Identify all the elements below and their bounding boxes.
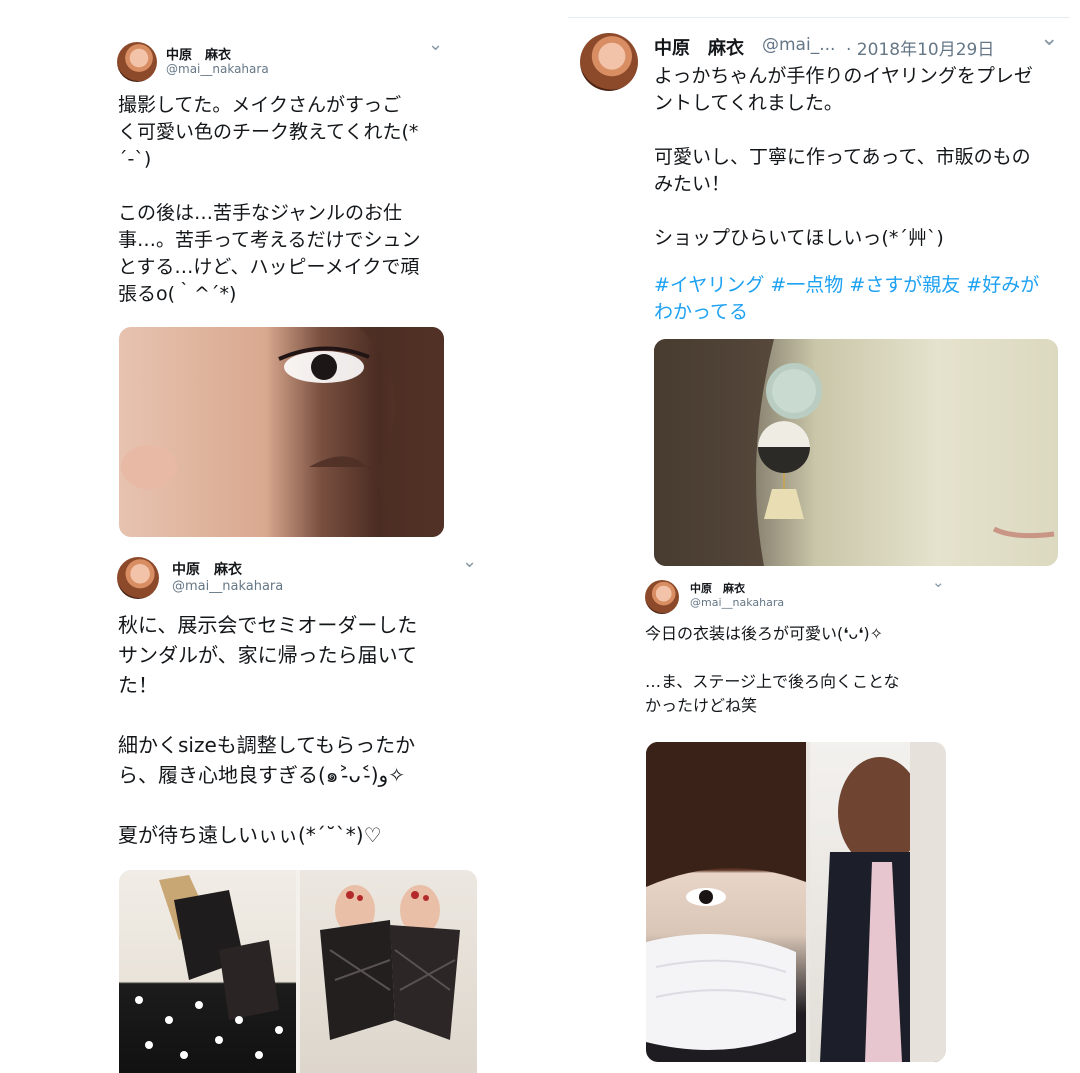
divider [568,17,1070,18]
tweet-photo[interactable] [654,339,1058,566]
earring-photo [654,339,1055,566]
author-name[interactable]: 中原 麻衣 [172,559,242,579]
back-costume-photo [820,742,946,1062]
avatar[interactable] [117,557,159,599]
tweet-photo[interactable] [810,742,946,1062]
tweet-photo-grid[interactable] [646,742,946,1062]
chevron-down-icon[interactable]: ⌄ [1040,26,1058,51]
avatar[interactable] [580,33,638,91]
tweet-text: 秋に、展示会でセミオーダーした サンダルが、家に帰ったら届いて た！ 細かくsi… [118,613,418,847]
tweet-photo[interactable] [646,742,806,1062]
chevron-down-icon[interactable]: ⌄ [462,551,477,572]
avatar[interactable] [645,580,679,614]
chevron-down-icon[interactable]: ⌄ [428,34,443,55]
tweet-text: 今日の衣装は後ろが可愛い(❛ᴗ❛)✧ …ま、ステージ上で後ろ向くことな かったけ… [645,624,900,715]
author-handle[interactable]: @mai_... [762,35,835,55]
tweet-photo[interactable] [300,870,477,1073]
tweet-photo[interactable] [119,327,444,537]
tweet-date[interactable]: · 2018年10月29日 [846,35,994,60]
photo-face-eye [121,327,444,537]
tweet-hashtags[interactable]: #イヤリング #一点物 #さすが親友 #好みが わかってる [654,272,1074,326]
author-name[interactable]: 中原 麻衣 [690,580,745,596]
tweet-text: よっかちゃんが手作りのイヤリングをプレゼ ントしてくれました。 可愛いし、丁寧に… [654,65,1033,249]
avatar[interactable] [117,42,157,82]
tweet-text: 撮影してた。メイクさんがすっご く可愛い色のチーク教えてくれた(* ´-`) こ… [118,94,421,305]
author-handle[interactable]: @mai__nakahara [690,596,784,609]
author-handle[interactable]: @mai__nakahara [166,62,269,76]
tweet-photo[interactable] [119,870,296,1073]
author-name[interactable]: 中原 麻衣 [166,44,231,63]
chevron-down-icon[interactable]: ⌄ [932,573,945,591]
author-name[interactable]: 中原 麻衣 [654,34,744,60]
sandal-photo-left [135,875,283,1059]
sandal-photo-right [320,885,460,1040]
author-handle[interactable]: @mai__nakahara [172,579,283,594]
selfie-mask-photo [646,742,806,1050]
tweet-photo-grid[interactable] [119,870,477,1073]
